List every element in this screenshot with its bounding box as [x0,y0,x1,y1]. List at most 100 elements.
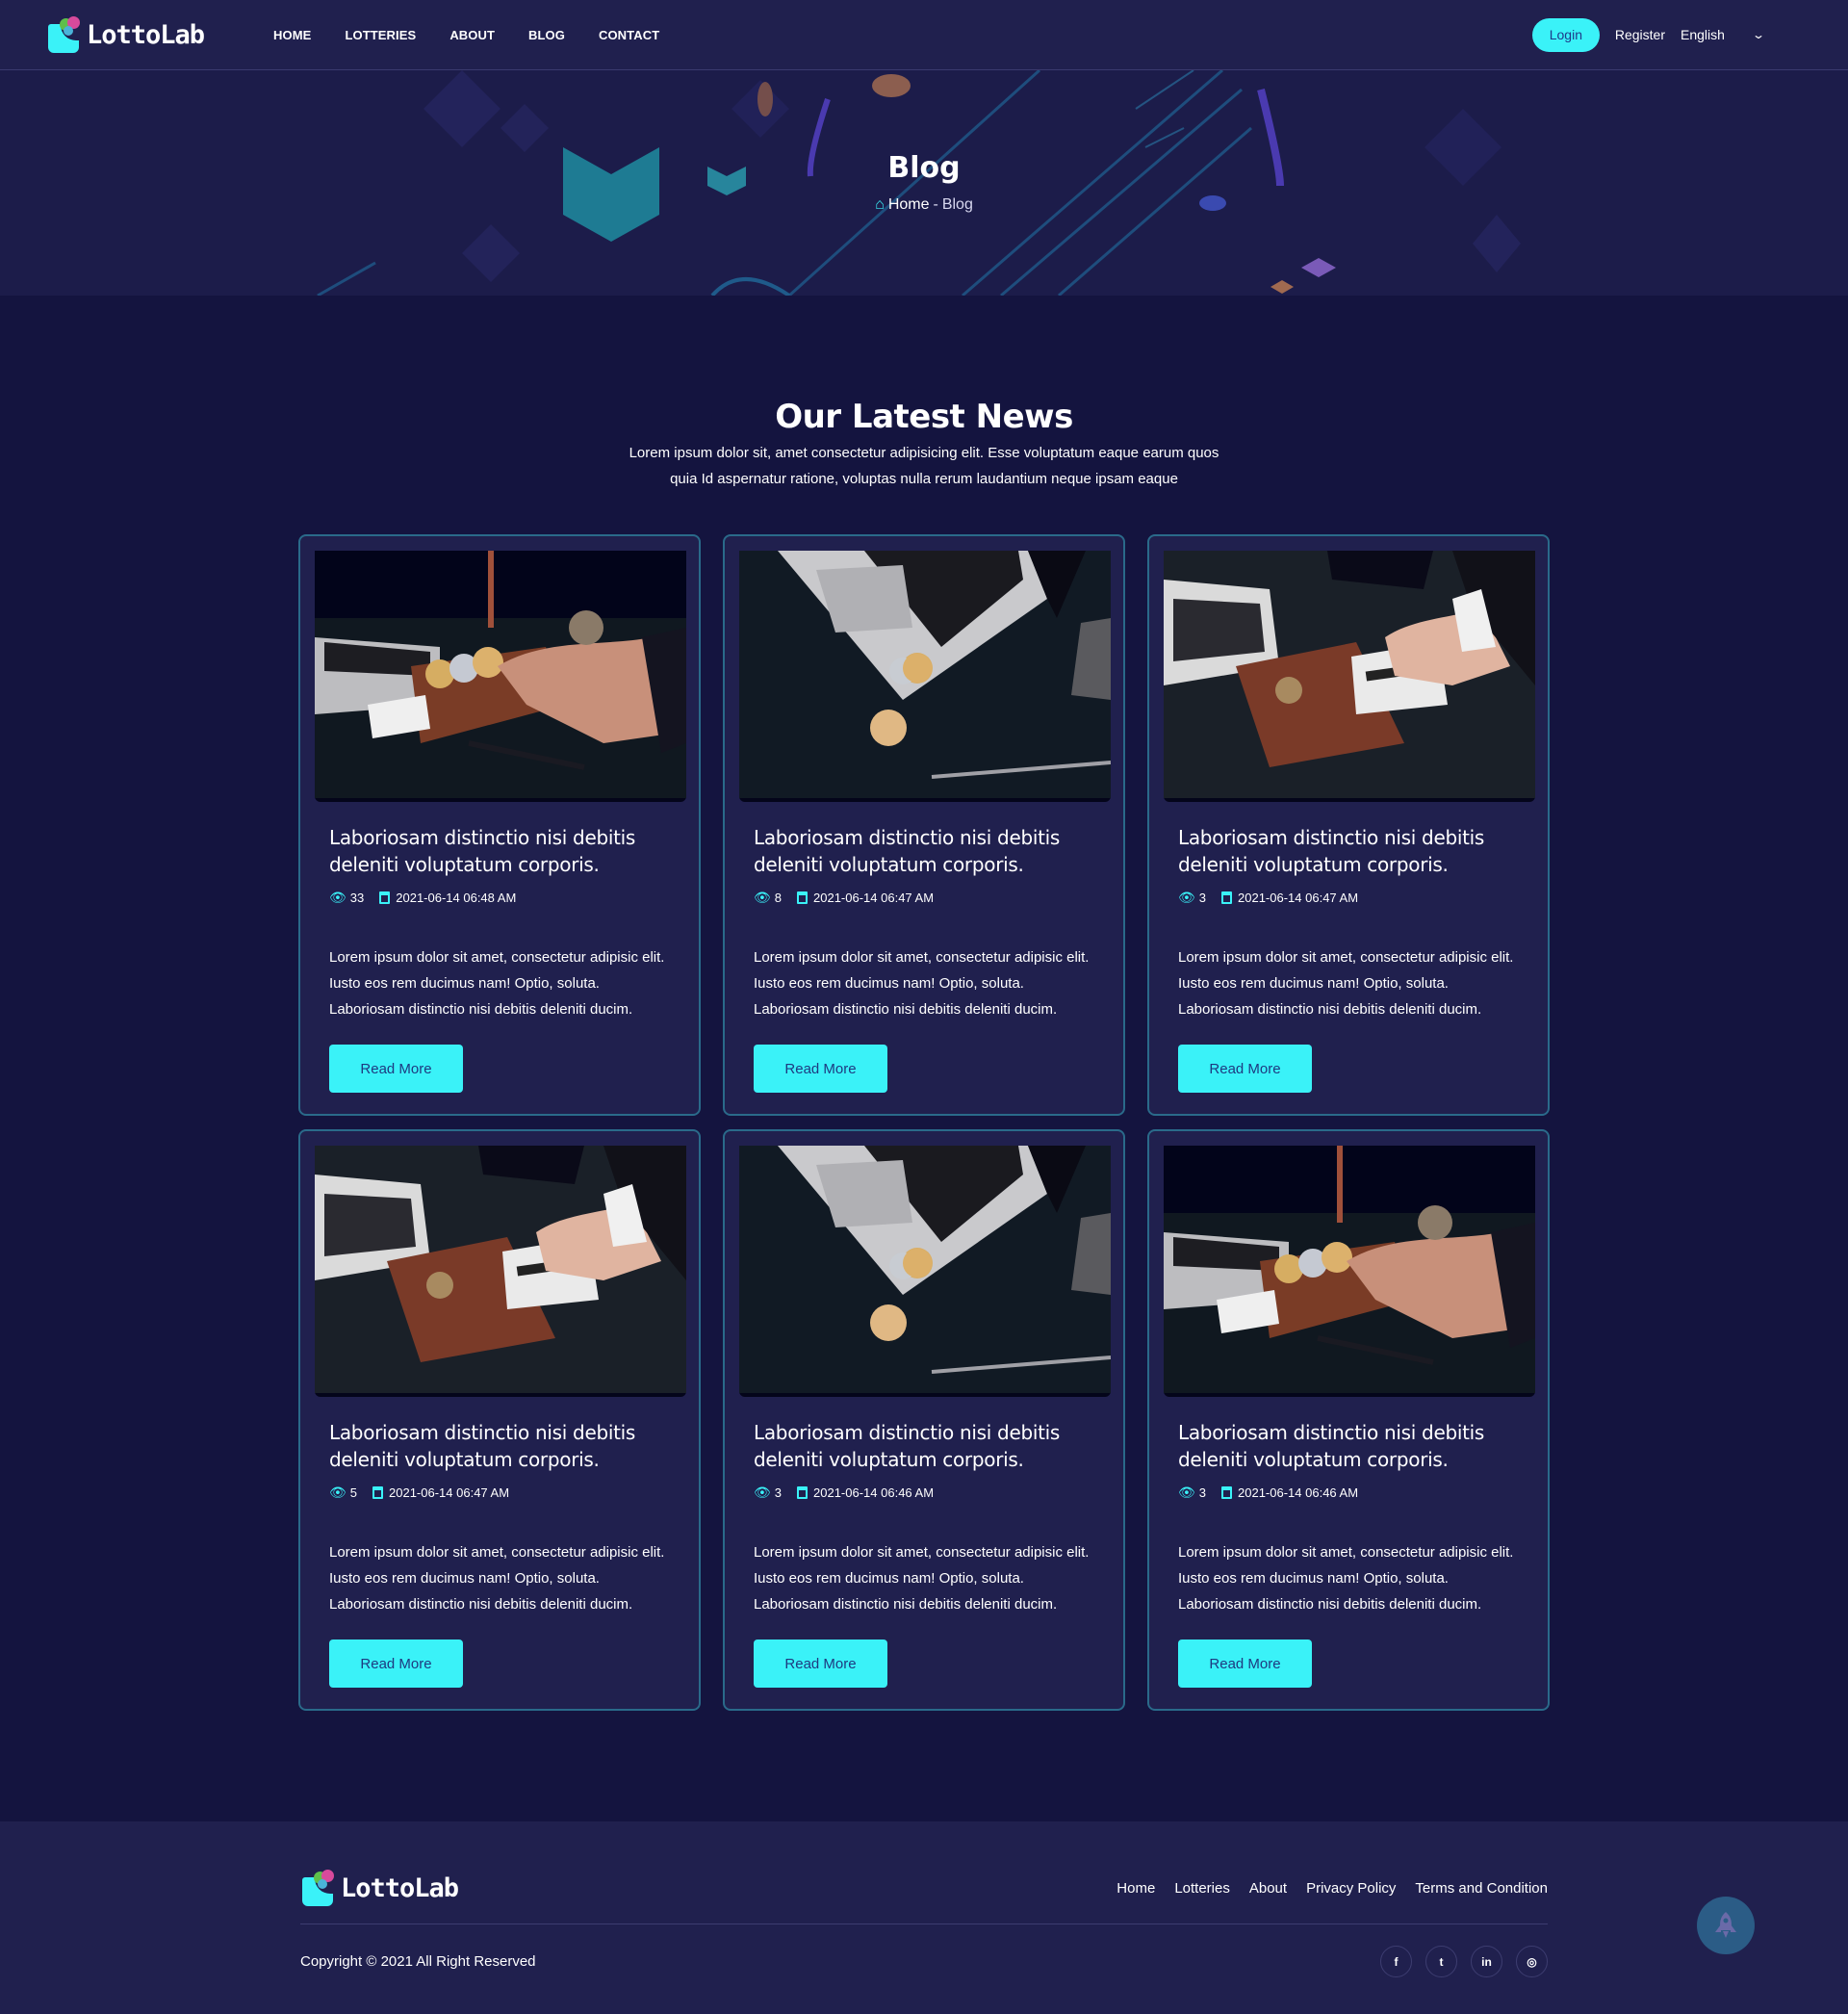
post-title[interactable]: Laboriosam distinctio nisi debitis delen… [1178,824,1519,878]
post-image[interactable] [1164,551,1535,802]
read-more-button[interactable]: Read More [329,1045,463,1093]
blog-card: Laboriosam distinctio nisi debitis delen… [723,534,1125,1116]
eye-icon: 👁︎ [754,890,771,905]
post-date: 2021-06-14 06:48 AM [396,891,517,905]
page-banner: Blog ⌂ Home - Blog [0,70,1848,296]
eye-icon: 👁︎ [329,890,346,905]
calendar-icon [797,891,808,904]
logo-icon [300,1870,335,1906]
post-title[interactable]: Laboriosam distinctio nisi debitis delen… [754,1419,1094,1473]
post-excerpt: Lorem ipsum dolor sit amet, consectetur … [754,1544,1090,1613]
breadcrumb-separator: - [933,196,938,213]
read-more-button[interactable]: Read More [754,1045,887,1093]
post-date: 2021-06-14 06:47 AM [813,891,935,905]
breadcrumb: ⌂ Home - Blog [0,196,1848,214]
post-views: 33 [349,891,365,905]
copyright: Copyright © 2021 All Right Reserved [300,1953,536,1970]
brand-logo[interactable]: LottoLab [46,16,205,53]
section-title: Our Latest News [775,398,1073,436]
page-title: Blog [887,151,961,185]
nav-contact[interactable]: CONTACT [599,28,659,42]
post-excerpt: Lorem ipsum dolor sit amet, consectetur … [329,949,665,1018]
twitter-icon[interactable]: t [1425,1946,1457,1977]
register-link[interactable]: Register [1615,27,1665,42]
post-title[interactable]: Laboriosam distinctio nisi debitis delen… [1178,1419,1519,1473]
post-image[interactable] [1164,1146,1535,1397]
scroll-to-top-button[interactable] [1697,1897,1755,1954]
photo-wallet-card [1164,551,1535,798]
calendar-icon [1221,1486,1233,1499]
post-image[interactable] [739,1146,1112,1397]
footer-link-terms[interactable]: Terms and Condition [1415,1880,1548,1897]
post-views: 5 [349,1485,358,1500]
instagram-icon[interactable]: ◎ [1516,1946,1548,1977]
blog-card: Laboriosam distinctio nisi debitis delen… [298,1129,701,1711]
nav-lotteries[interactable]: LOTTERIES [345,28,416,42]
blog-card: Laboriosam distinctio nisi debitis delen… [1147,534,1550,1116]
post-date: 2021-06-14 06:46 AM [1238,1485,1359,1500]
chevron-down-icon: ⌄ [1751,28,1766,41]
breadcrumb-home[interactable]: Home [888,196,930,214]
post-excerpt: Lorem ipsum dolor sit amet, consectetur … [754,949,1090,1018]
eye-icon: 👁︎ [329,1485,346,1500]
photo-hand-wallet-coins [1164,1146,1535,1393]
logo-icon [46,16,81,53]
calendar-icon [372,1486,384,1499]
login-button[interactable]: Login [1531,17,1600,52]
footer-link-lotteries[interactable]: Lotteries [1174,1880,1230,1897]
post-meta: 👁︎ 3 2021-06-14 06:46 AM [1178,1485,1519,1501]
nav-about[interactable]: ABOUT [449,28,495,42]
post-meta: 👁︎ 3 2021-06-14 06:47 AM [1178,890,1519,906]
section-subtitle: Lorem ipsum dolor sit, amet consectetur … [629,445,1219,487]
home-icon: ⌂ [875,196,885,213]
post-excerpt: Lorem ipsum dolor sit amet, consectetur … [1178,1544,1514,1613]
post-date: 2021-06-14 06:47 AM [1238,891,1359,905]
social-links: f t in ◎ [1380,1946,1548,1977]
language-select[interactable]: English ⌄ [1681,27,1766,42]
read-more-button[interactable]: Read More [329,1640,463,1688]
post-image[interactable] [315,1146,686,1397]
photo-laptop-coins [739,551,1112,798]
facebook-icon[interactable]: f [1380,1946,1412,1977]
footer-link-privacy[interactable]: Privacy Policy [1306,1880,1396,1897]
nav-home[interactable]: HOME [273,28,311,42]
post-meta: 👁︎ 33 2021-06-14 06:48 AM [329,890,670,906]
blog-card: Laboriosam distinctio nisi debitis delen… [1147,1129,1550,1711]
photo-laptop-coins [739,1146,1112,1393]
post-meta: 👁︎ 5 2021-06-14 06:47 AM [329,1485,670,1501]
brand-name: LottoLab [87,19,205,50]
post-excerpt: Lorem ipsum dolor sit amet, consectetur … [329,1544,665,1613]
footer-link-about[interactable]: About [1249,1880,1287,1897]
eye-icon: 👁︎ [1178,890,1195,905]
post-image[interactable] [739,551,1112,802]
post-meta: 👁︎ 3 2021-06-14 06:46 AM [754,1485,1094,1501]
read-more-button[interactable]: Read More [1178,1640,1312,1688]
post-meta: 👁︎ 8 2021-06-14 06:47 AM [754,890,1094,906]
eye-icon: 👁︎ [754,1485,771,1500]
post-views: 3 [774,1485,783,1500]
eye-icon: 👁︎ [1178,1485,1195,1500]
post-image[interactable] [315,551,686,802]
read-more-button[interactable]: Read More [1178,1045,1312,1093]
footer-link-home[interactable]: Home [1116,1880,1155,1897]
post-date: 2021-06-14 06:46 AM [813,1485,935,1500]
calendar-icon [379,891,391,904]
post-date: 2021-06-14 06:47 AM [389,1485,510,1500]
footer-logo[interactable]: LottoLab [300,1870,459,1906]
nav-blog[interactable]: BLOG [528,28,565,42]
linkedin-icon[interactable]: in [1471,1946,1502,1977]
blog-grid: Laboriosam distinctio nisi debitis delen… [298,534,1550,1711]
photo-wallet-card [315,1146,686,1393]
photo-hand-wallet-coins [315,551,686,798]
blog-card: Laboriosam distinctio nisi debitis delen… [723,1129,1125,1711]
main-menu: HOME LOTTERIES ABOUT BLOG CONTACT [273,28,659,42]
breadcrumb-current: Blog [941,196,973,213]
post-title[interactable]: Laboriosam distinctio nisi debitis delen… [329,1419,670,1473]
post-excerpt: Lorem ipsum dolor sit amet, consectetur … [1178,949,1514,1018]
footer: LottoLab Home Lotteries About Privacy Po… [0,1821,1848,2014]
post-title[interactable]: Laboriosam distinctio nisi debitis delen… [754,824,1094,878]
nav-actions: Login Register English ⌄ [1531,17,1766,52]
read-more-button[interactable]: Read More [754,1640,887,1688]
footer-links: Home Lotteries About Privacy Policy Term… [1116,1880,1548,1897]
post-title[interactable]: Laboriosam distinctio nisi debitis delen… [329,824,670,878]
